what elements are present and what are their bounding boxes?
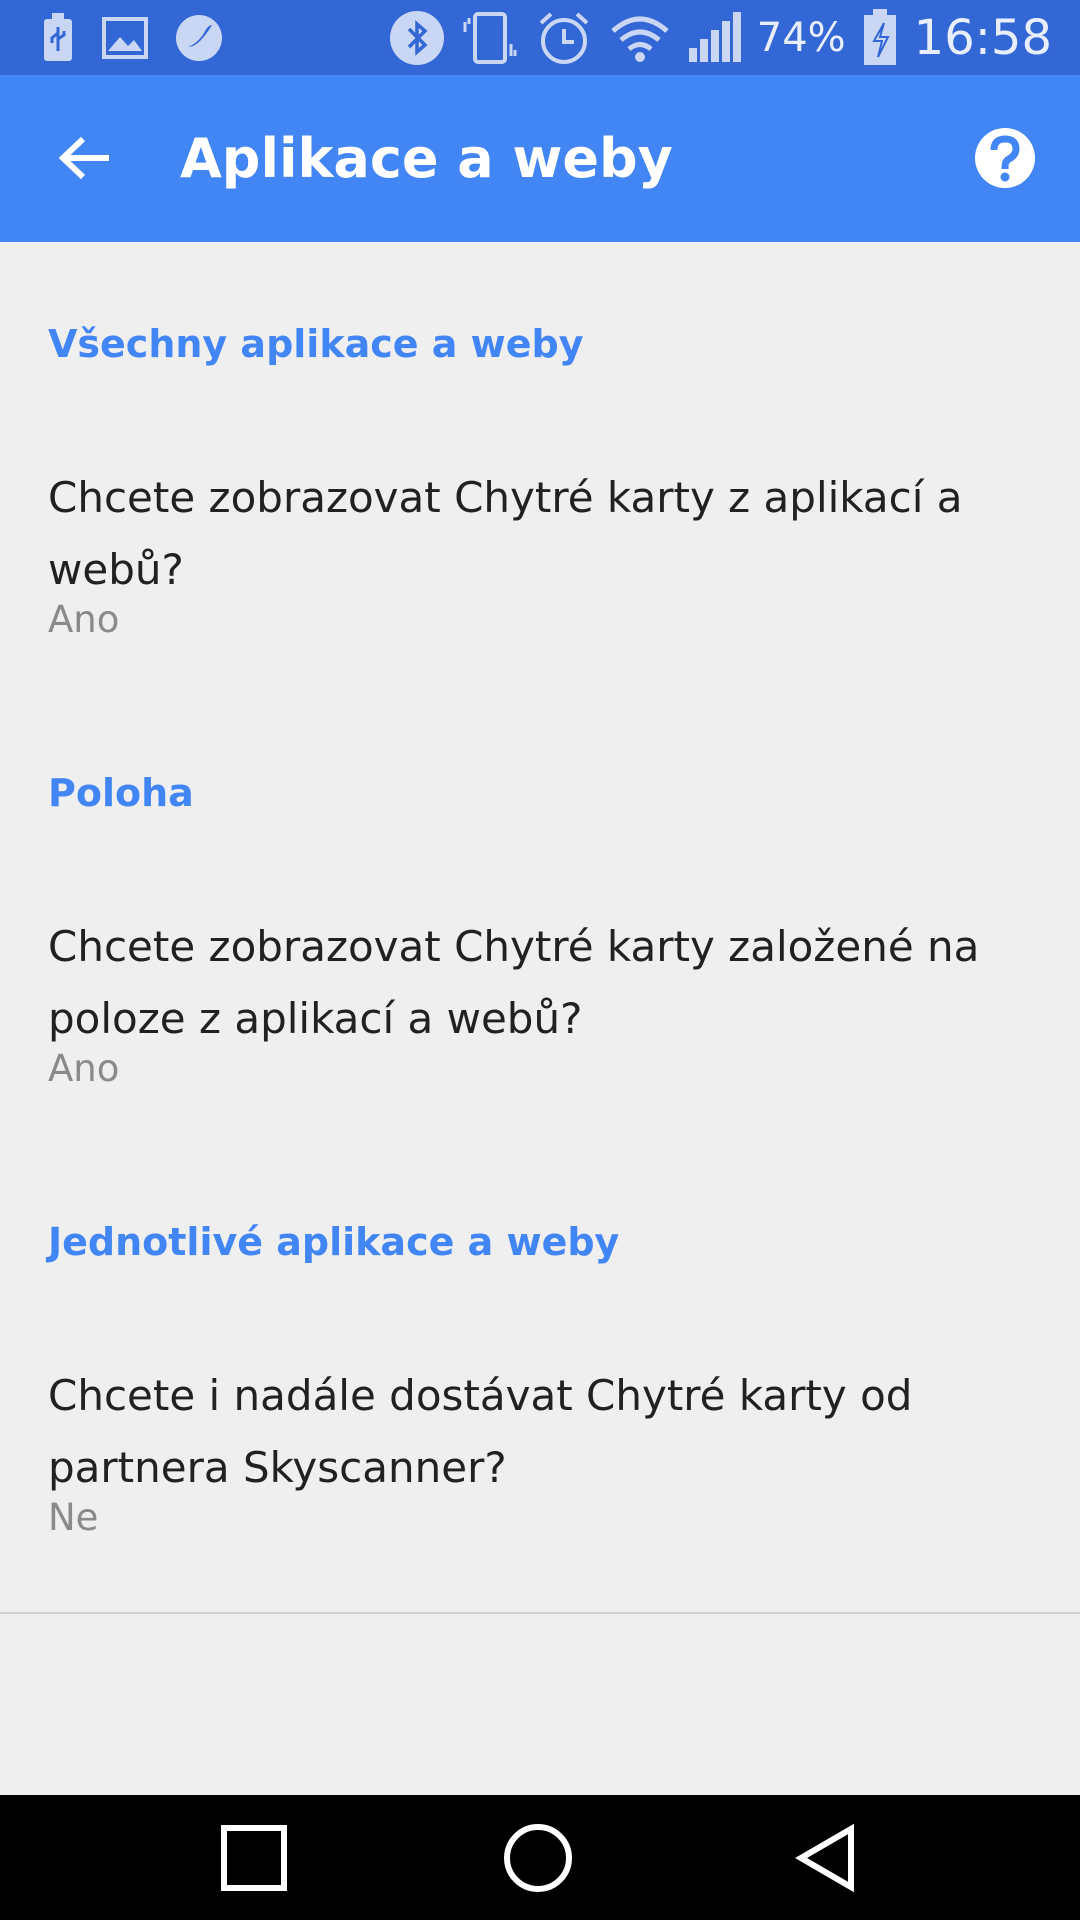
back-nav-button[interactable] — [790, 1822, 862, 1894]
back-button[interactable] — [52, 125, 118, 191]
recents-icon — [221, 1825, 287, 1891]
s-voice-icon — [174, 13, 224, 63]
pref-skyscanner-cards[interactable]: Chcete i nadále dostávat Chytré karty od… — [0, 1360, 1080, 1570]
help-icon — [975, 128, 1035, 188]
battery-percent: 74% — [756, 14, 846, 61]
section-header-individual-apps: Jednotlivé aplikace a weby — [48, 1220, 620, 1264]
vibrate-icon — [461, 10, 519, 66]
signal-icon — [687, 11, 741, 64]
page-title: Aplikace a weby — [180, 127, 673, 190]
recents-button[interactable] — [218, 1822, 290, 1894]
usb-icon — [40, 12, 76, 63]
pref-title: Chcete zobrazovat Chytré karty založené … — [48, 922, 980, 1043]
help-button[interactable] — [972, 125, 1038, 191]
pref-summary: Ano — [48, 1047, 120, 1090]
navigation-bar — [0, 1795, 1080, 1920]
app-bar: Aplikace a weby — [0, 75, 1080, 242]
home-icon — [504, 1824, 572, 1892]
back-icon — [795, 1823, 854, 1893]
image-icon — [102, 16, 148, 59]
arrow-back-icon — [59, 136, 109, 180]
wifi-icon — [609, 13, 671, 63]
alarm-icon — [535, 9, 593, 67]
bluetooth-icon — [389, 10, 445, 66]
pref-title: Chcete zobrazovat Chytré karty z aplikac… — [48, 473, 963, 594]
pref-summary: Ne — [48, 1496, 99, 1539]
pref-all-apps-cards[interactable]: Chcete zobrazovat Chytré karty z aplikac… — [0, 462, 1080, 672]
pref-summary: Ano — [48, 598, 120, 641]
section-header-all-apps: Všechny aplikace a weby — [48, 322, 584, 366]
status-bar: 74% 16:58 — [0, 0, 1080, 75]
home-button[interactable] — [502, 1822, 574, 1894]
battery-charging-icon — [862, 8, 898, 67]
clock: 16:58 — [913, 9, 1052, 66]
pref-location-cards[interactable]: Chcete zobrazovat Chytré karty založené … — [0, 911, 1080, 1121]
pref-title: Chcete i nadále dostávat Chytré karty od… — [48, 1371, 913, 1492]
section-header-location: Poloha — [48, 771, 194, 815]
divider — [0, 1612, 1080, 1614]
